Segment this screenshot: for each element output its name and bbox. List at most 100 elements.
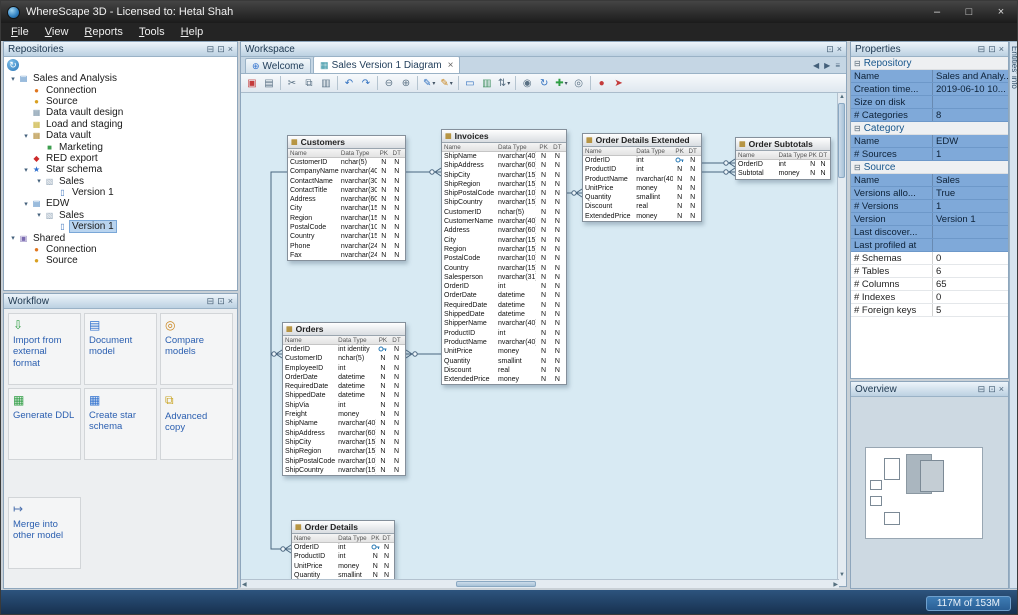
table-row[interactable]: Citynvarchar(15)NN (442, 236, 566, 245)
table-row[interactable]: UnitPricemoneyNN (292, 562, 394, 571)
diagram-table-order-details[interactable]: ▦Order DetailsNameData TypePKDTOrderIDin… (291, 520, 395, 579)
table-row[interactable]: ShipCountrynvarchar(15)NN (442, 198, 566, 207)
property-row-schemas[interactable]: # Schemas0 (851, 252, 1008, 265)
horizontal-scrollbar-thumb[interactable] (456, 581, 536, 587)
property-row-tables[interactable]: # Tables6 (851, 265, 1008, 278)
table-row[interactable]: UnitPricemoneyNN (583, 184, 701, 193)
undo-icon[interactable]: ↶ (341, 75, 357, 91)
sort-icon[interactable]: ⇅▾ (496, 75, 512, 91)
table-row[interactable]: OrderDatedatetimeNN (283, 373, 405, 382)
tree-item-red-export[interactable]: ◆RED export (4, 153, 237, 164)
table-row[interactable]: Addressnvarchar(60)NN (442, 226, 566, 235)
menu-tools[interactable]: Tools (131, 26, 173, 38)
property-row-categories[interactable]: # Categories8 (851, 109, 1008, 122)
table-row[interactable]: ProductNamenvarchar(40)NN (583, 175, 701, 184)
table-row[interactable]: DiscountrealNN (583, 202, 701, 211)
table-row[interactable]: ShipAddressnvarchar(60)NN (442, 161, 566, 170)
tree-item-source[interactable]: ●Source (4, 255, 237, 266)
table-row[interactable]: Faxnvarchar(24)NN (288, 251, 405, 260)
table-row[interactable]: OrderIDintN (583, 156, 701, 165)
float-panel-icon[interactable]: ⊟ (978, 45, 986, 54)
marker-icon[interactable]: ✎▾ (438, 75, 454, 91)
expander-icon[interactable]: ▾ (34, 177, 44, 185)
cut-icon[interactable]: ✂ (284, 75, 300, 91)
property-group-source[interactable]: ⊟Source (851, 161, 1008, 174)
diagram-canvas[interactable]: ▦CustomersNameData TypePKDTCustomerIDnch… (241, 93, 839, 579)
minimize-icon[interactable]: – (921, 1, 953, 23)
table-row[interactable]: RequiredDatedatetimeNN (283, 382, 405, 391)
table-row[interactable]: QuantitysmallintNN (442, 357, 566, 366)
tree-item-source[interactable]: ●Source (4, 96, 237, 107)
tree-item-sales[interactable]: ▾▧Sales (4, 210, 237, 221)
table-row[interactable]: ShipPostalCodenvarchar(10)NN (442, 189, 566, 198)
table-row[interactable]: ShipRegionnvarchar(15)NN (442, 180, 566, 189)
zoom-in-icon[interactable]: ⊕ (398, 75, 414, 91)
pin-icon[interactable]: ⊡ (217, 297, 225, 306)
property-group-repository[interactable]: ⊟Repository (851, 57, 1008, 70)
table-row[interactable]: EmployeeIDintNN (283, 364, 405, 373)
table-row[interactable]: CustomerIDnchar(5)NN (283, 354, 405, 363)
property-row-last-profiled-at[interactable]: Last profiled at (851, 239, 1008, 252)
menu-view[interactable]: View (37, 26, 77, 38)
property-group-category[interactable]: ⊟Category (851, 122, 1008, 135)
workflow-tile-import-from-external-format[interactable]: ⇩Import from external format (8, 313, 81, 385)
property-row-size-on-disk[interactable]: Size on disk (851, 96, 1008, 109)
float-panel-icon[interactable]: ⊟ (207, 297, 215, 306)
tree-item-sales[interactable]: ▾▧Sales (4, 176, 237, 187)
table-row[interactable]: Addressnvarchar(60)NN (288, 195, 405, 204)
table-title[interactable]: ▦Order Details Extended (583, 134, 701, 147)
expander-icon[interactable]: ▾ (21, 166, 31, 174)
scroll-down-icon[interactable]: ▼ (839, 572, 845, 578)
collapse-icon[interactable]: ⊟ (854, 124, 861, 133)
horizontal-scrollbar[interactable]: ◀ ▶ (241, 579, 839, 588)
scroll-left-icon[interactable]: ◀ (813, 61, 819, 70)
print-icon[interactable]: ▤ (261, 75, 277, 91)
scroll-up-icon[interactable]: ▲ (839, 94, 845, 100)
property-row-name[interactable]: NameEDW (851, 135, 1008, 148)
table-row[interactable]: PostalCodenvarchar(10)NN (442, 254, 566, 263)
table-row[interactable]: Regionnvarchar(15)NN (442, 245, 566, 254)
tree-item-shared[interactable]: ▾▣Shared (4, 232, 237, 243)
table-row[interactable]: QuantitysmallintNN (583, 193, 701, 202)
table-row[interactable]: ProductIDintNN (292, 552, 394, 561)
tab-close-icon[interactable]: × (448, 60, 454, 71)
table-row[interactable]: OrderIDintNN (736, 160, 830, 169)
float-panel-icon[interactable]: ⊟ (207, 45, 215, 54)
diagram-table-orders[interactable]: ▦OrdersNameData TypePKDTOrderIDint ident… (282, 322, 406, 476)
expander-icon[interactable]: ▾ (8, 75, 18, 83)
table-row[interactable]: ProductNamenvarchar(40)NN (442, 338, 566, 347)
maximize-icon[interactable]: □ (953, 1, 985, 23)
table-row[interactable]: Salespersonnvarchar(31)NN (442, 273, 566, 282)
table-row[interactable]: ShippedDatedatetimeNN (283, 391, 405, 400)
table-row[interactable]: ContactTitlenvarchar(30)NN (288, 186, 405, 195)
record-icon[interactable]: ● (594, 75, 610, 91)
table-title[interactable]: ▦Customers (288, 136, 405, 149)
tree-item-version-1[interactable]: ▯Version 1 (4, 221, 237, 232)
diagram-table-order-details-extended[interactable]: ▦Order Details ExtendedNameData TypePKDT… (582, 133, 702, 222)
tree-item-version-1[interactable]: ▯Version 1 (4, 187, 237, 198)
table-row[interactable]: ShipViaintNN (283, 401, 405, 410)
view-icon[interactable]: ◉ (519, 75, 535, 91)
table-row[interactable]: FreightmoneyNN (283, 410, 405, 419)
property-row-columns[interactable]: # Columns65 (851, 278, 1008, 291)
menu-file[interactable]: File (3, 26, 37, 38)
table-row[interactable]: DiscountrealNN (442, 366, 566, 375)
float-panel-icon[interactable]: ⊟ (978, 385, 986, 394)
table-row[interactable]: Phonenvarchar(24)NN (288, 242, 405, 251)
table-title[interactable]: ▦Invoices (442, 130, 566, 143)
vertical-scrollbar-thumb[interactable] (838, 103, 845, 178)
table-row[interactable]: ShipPostalCodenvarchar(10)NN (283, 457, 405, 466)
tree-item-connection[interactable]: ●Connection (4, 244, 237, 255)
memory-usage-badge[interactable]: 117M of 153M (926, 596, 1011, 611)
refresh-repositories-icon[interactable]: ↻ (7, 59, 19, 71)
add-icon[interactable]: ✚▾ (553, 75, 569, 91)
table-row[interactable]: ExtendedPricemoneyNN (583, 212, 701, 221)
table-row[interactable]: SubtotalmoneyNN (736, 169, 830, 178)
diagram-table-customers[interactable]: ▦CustomersNameData TypePKDTCustomerIDnch… (287, 135, 406, 261)
chart-icon[interactable]: ▥ (479, 75, 495, 91)
table-row[interactable]: ShipRegionnvarchar(15)NN (283, 447, 405, 456)
close-panel-icon[interactable]: × (999, 45, 1004, 54)
expander-icon[interactable]: ▾ (8, 234, 18, 242)
workflow-tile-create-star-schema[interactable]: ▦Create star schema (84, 388, 157, 460)
table-row[interactable]: CustomerIDnchar(5)NN (288, 158, 405, 167)
